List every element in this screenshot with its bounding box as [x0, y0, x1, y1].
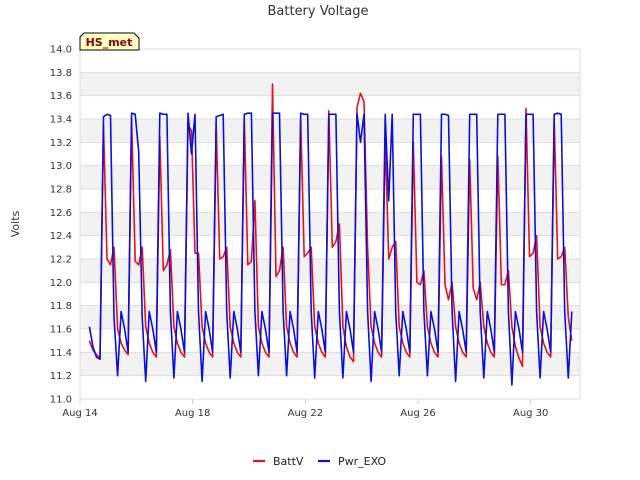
y-tick-label: 12.2 — [50, 255, 72, 266]
y-tick-label: 13.0 — [50, 161, 72, 172]
y-tick-label: 14.0 — [50, 45, 72, 56]
y-tick-label: 11.6 — [50, 325, 72, 336]
x-tick-label: Aug 14 — [62, 408, 97, 419]
x-tick-label: Aug 18 — [175, 408, 210, 419]
plot-band — [80, 72, 580, 96]
legend: BattV Pwr_EXO — [253, 455, 386, 468]
plot-band — [80, 212, 580, 236]
y-tick-label: 11.4 — [50, 348, 72, 359]
x-axis-ticks: Aug 14 Aug 18 Aug 22 Aug 26 Aug 30 — [62, 399, 548, 419]
y-tick-label: 12.8 — [50, 185, 72, 196]
y-tick-label: 11.8 — [50, 301, 72, 312]
site-badge: HS_met — [79, 32, 140, 51]
y-tick-label: 13.2 — [50, 138, 72, 149]
legend-label: Pwr_EXO — [338, 455, 386, 468]
x-tick-label: Aug 26 — [400, 408, 435, 419]
plot-band — [80, 305, 580, 329]
y-tick-label: 12.6 — [50, 208, 72, 219]
y-tick-label: 13.4 — [50, 115, 72, 126]
y-tick-label: 13.6 — [50, 91, 72, 102]
y-axis-ticks: 11.0 11.2 11.4 11.6 11.8 12.0 12.2 12.4 12.6 12.8… — [50, 45, 72, 406]
chart-title: Battery Voltage — [267, 4, 368, 19]
y-tick-label: 12.4 — [50, 231, 72, 242]
y-axis-label: Volts — [9, 210, 22, 237]
y-tick-label: 12.0 — [50, 278, 72, 289]
y-tick-label: 11.2 — [50, 371, 72, 382]
y-tick-label: 13.8 — [50, 68, 72, 79]
legend-label: BattV — [273, 455, 304, 468]
battery-voltage-chart: Battery Voltage 11.0 11.2 11.4 11.6 11.8 12.0… — [9, 4, 581, 468]
plot-band — [80, 259, 580, 283]
x-tick-label: Aug 30 — [513, 408, 548, 419]
badge-text: HS_met — [86, 36, 133, 49]
y-tick-label: 11.0 — [50, 395, 72, 406]
x-tick-label: Aug 22 — [288, 408, 323, 419]
